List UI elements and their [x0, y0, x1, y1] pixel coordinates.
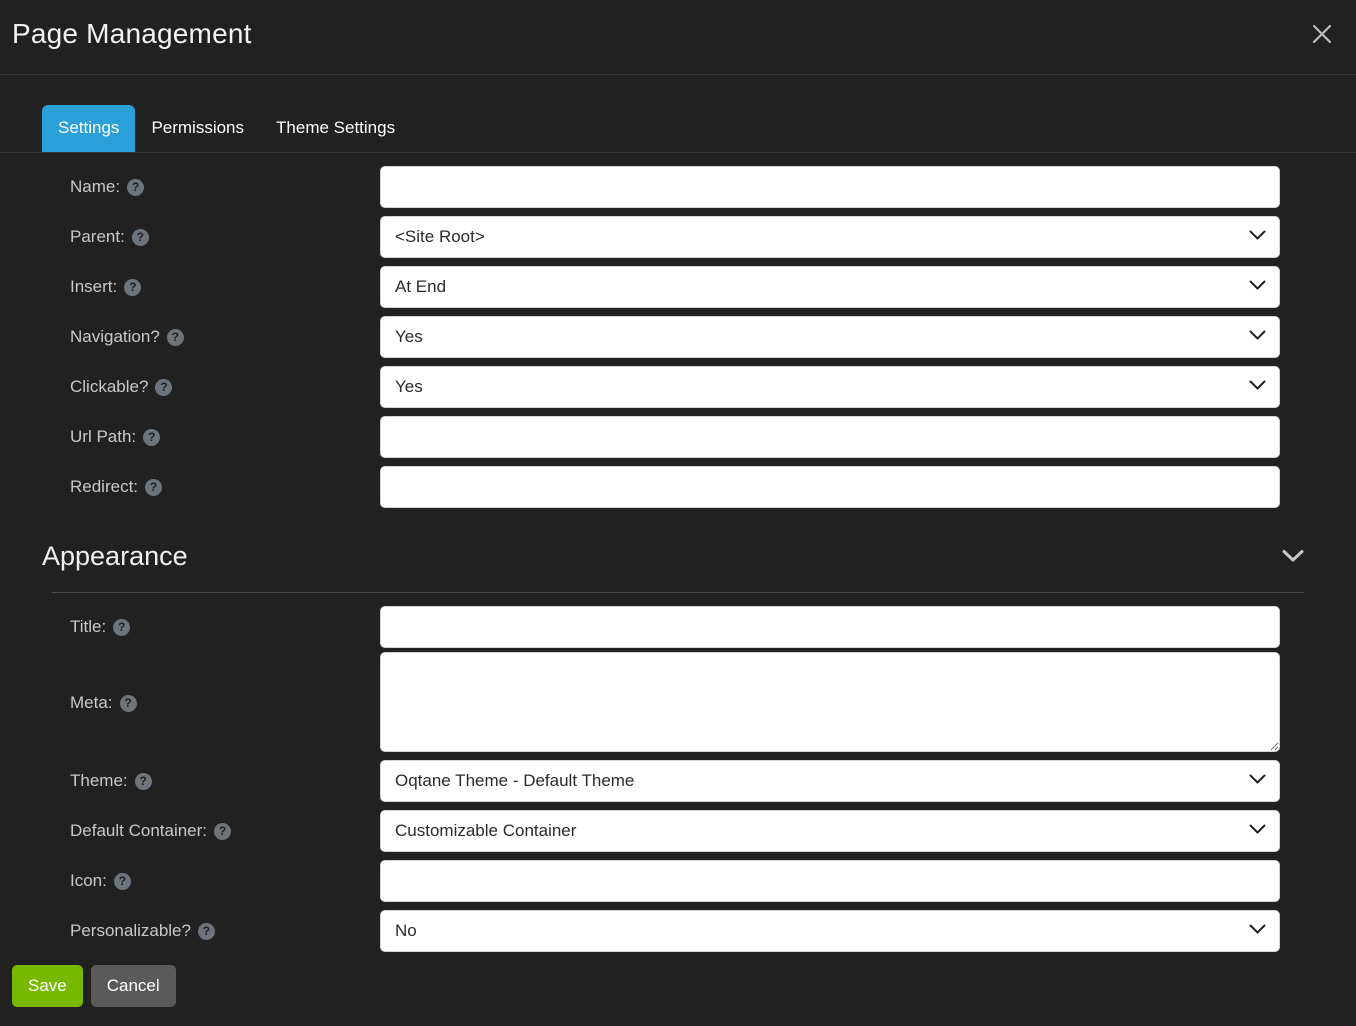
control-parent [380, 216, 1280, 258]
field-row-navigation: Navigation? ? [0, 312, 1356, 362]
modal-footer: Save Cancel [12, 965, 176, 1007]
settings-form: Name: ? Parent: ? Insert: ? [0, 153, 1356, 512]
chevron-down-icon [1282, 550, 1304, 566]
help-icon-navigation[interactable]: ? [166, 328, 184, 346]
default-container-select[interactable] [380, 810, 1280, 852]
label-url-path-text: Url Path: [70, 427, 137, 446]
redirect-input[interactable] [380, 466, 1280, 508]
label-insert-text: Insert: [70, 277, 118, 296]
help-icon-title[interactable]: ? [113, 618, 131, 636]
field-row-url-path: Url Path: ? [0, 412, 1356, 462]
field-row-clickable: Clickable? ? [0, 362, 1356, 412]
help-icon-personalizable[interactable]: ? [197, 922, 215, 940]
field-row-parent: Parent: ? [0, 212, 1356, 262]
help-icon-icon[interactable]: ? [113, 872, 131, 890]
label-icon: Icon: ? [70, 871, 380, 891]
appearance-collapse-toggle[interactable] [1276, 543, 1310, 569]
label-meta-text: Meta: [70, 693, 113, 712]
field-row-icon: Icon: ? [0, 856, 1356, 906]
label-name-text: Name: [70, 177, 121, 196]
page-management-modal: Page Management Settings Permissions The… [0, 0, 1356, 1026]
label-url-path: Url Path: ? [70, 427, 380, 447]
control-personalizable [380, 910, 1280, 952]
label-theme: Theme: ? [70, 771, 380, 791]
field-row-name: Name: ? [0, 162, 1356, 212]
clickable-select[interactable] [380, 366, 1280, 408]
label-navigation-text: Navigation? [70, 327, 160, 346]
field-row-personalizable: Personalizable? ? [0, 906, 1356, 956]
field-row-insert: Insert: ? [0, 262, 1356, 312]
label-redirect-text: Redirect: [70, 477, 139, 496]
url-path-input[interactable] [380, 416, 1280, 458]
label-personalizable: Personalizable? ? [70, 921, 380, 941]
control-redirect [380, 466, 1280, 508]
save-button[interactable]: Save [12, 965, 83, 1007]
close-icon [1309, 21, 1335, 47]
tab-theme-settings[interactable]: Theme Settings [260, 105, 411, 152]
parent-select[interactable] [380, 216, 1280, 258]
help-icon-url-path[interactable]: ? [143, 428, 161, 446]
tab-settings[interactable]: Settings [42, 104, 136, 152]
close-button[interactable] [1300, 12, 1344, 56]
icon-input[interactable] [380, 860, 1280, 902]
label-theme-text: Theme: [70, 771, 128, 790]
label-default-container: Default Container: ? [70, 821, 380, 841]
help-icon-insert[interactable]: ? [124, 278, 142, 296]
control-name [380, 166, 1280, 208]
label-parent: Parent: ? [70, 227, 380, 247]
page-title: Page Management [12, 18, 252, 49]
label-icon-text: Icon: [70, 871, 107, 890]
control-title [380, 606, 1280, 648]
help-icon-name[interactable]: ? [127, 178, 145, 196]
appearance-section-header[interactable]: Appearance [0, 520, 1356, 592]
label-name: Name: ? [70, 177, 380, 197]
label-navigation: Navigation? ? [70, 327, 380, 347]
personalizable-select[interactable] [380, 910, 1280, 952]
tab-strip: Settings Permissions Theme Settings [0, 75, 1356, 153]
insert-select[interactable] [380, 266, 1280, 308]
label-meta: Meta: ? [70, 652, 380, 713]
label-title: Title: ? [70, 617, 380, 637]
control-clickable [380, 366, 1280, 408]
meta-textarea[interactable] [380, 652, 1280, 752]
label-parent-text: Parent: [70, 227, 125, 246]
label-clickable: Clickable? ? [70, 377, 380, 397]
control-icon [380, 860, 1280, 902]
label-title-text: Title: [70, 617, 107, 636]
navigation-select[interactable] [380, 316, 1280, 358]
label-redirect: Redirect: ? [70, 477, 380, 497]
help-icon-parent[interactable]: ? [131, 228, 149, 246]
control-url-path [380, 416, 1280, 458]
control-insert [380, 266, 1280, 308]
field-row-title: Title: ? [0, 602, 1356, 652]
appearance-heading: Appearance [42, 540, 188, 571]
cancel-button[interactable]: Cancel [90, 965, 176, 1007]
label-insert: Insert: ? [70, 277, 380, 297]
control-navigation [380, 316, 1280, 358]
field-row-default-container: Default Container: ? [0, 806, 1356, 856]
control-meta [380, 652, 1280, 752]
theme-select[interactable] [380, 760, 1280, 802]
label-clickable-text: Clickable? [70, 377, 149, 396]
title-input[interactable] [380, 606, 1280, 648]
label-default-container-text: Default Container: [70, 821, 208, 840]
name-input[interactable] [380, 166, 1280, 208]
control-theme [380, 760, 1280, 802]
field-row-theme: Theme: ? [0, 756, 1356, 806]
help-icon-default-container[interactable]: ? [214, 822, 232, 840]
appearance-form: Title: ? Meta: ? Theme: ? Oqtane Theme -… [0, 593, 1356, 956]
control-default-container [380, 810, 1280, 852]
help-icon-meta[interactable]: ? [119, 694, 137, 712]
modal-header: Page Management [0, 0, 1356, 75]
field-row-redirect: Redirect: ? [0, 462, 1356, 512]
help-icon-clickable[interactable]: ? [155, 378, 173, 396]
tab-permissions[interactable]: Permissions [135, 105, 260, 152]
label-personalizable-text: Personalizable? [70, 921, 191, 940]
help-icon-redirect[interactable]: ? [145, 478, 163, 496]
field-row-meta: Meta: ? [0, 652, 1356, 756]
help-icon-theme[interactable]: ? [134, 772, 152, 790]
